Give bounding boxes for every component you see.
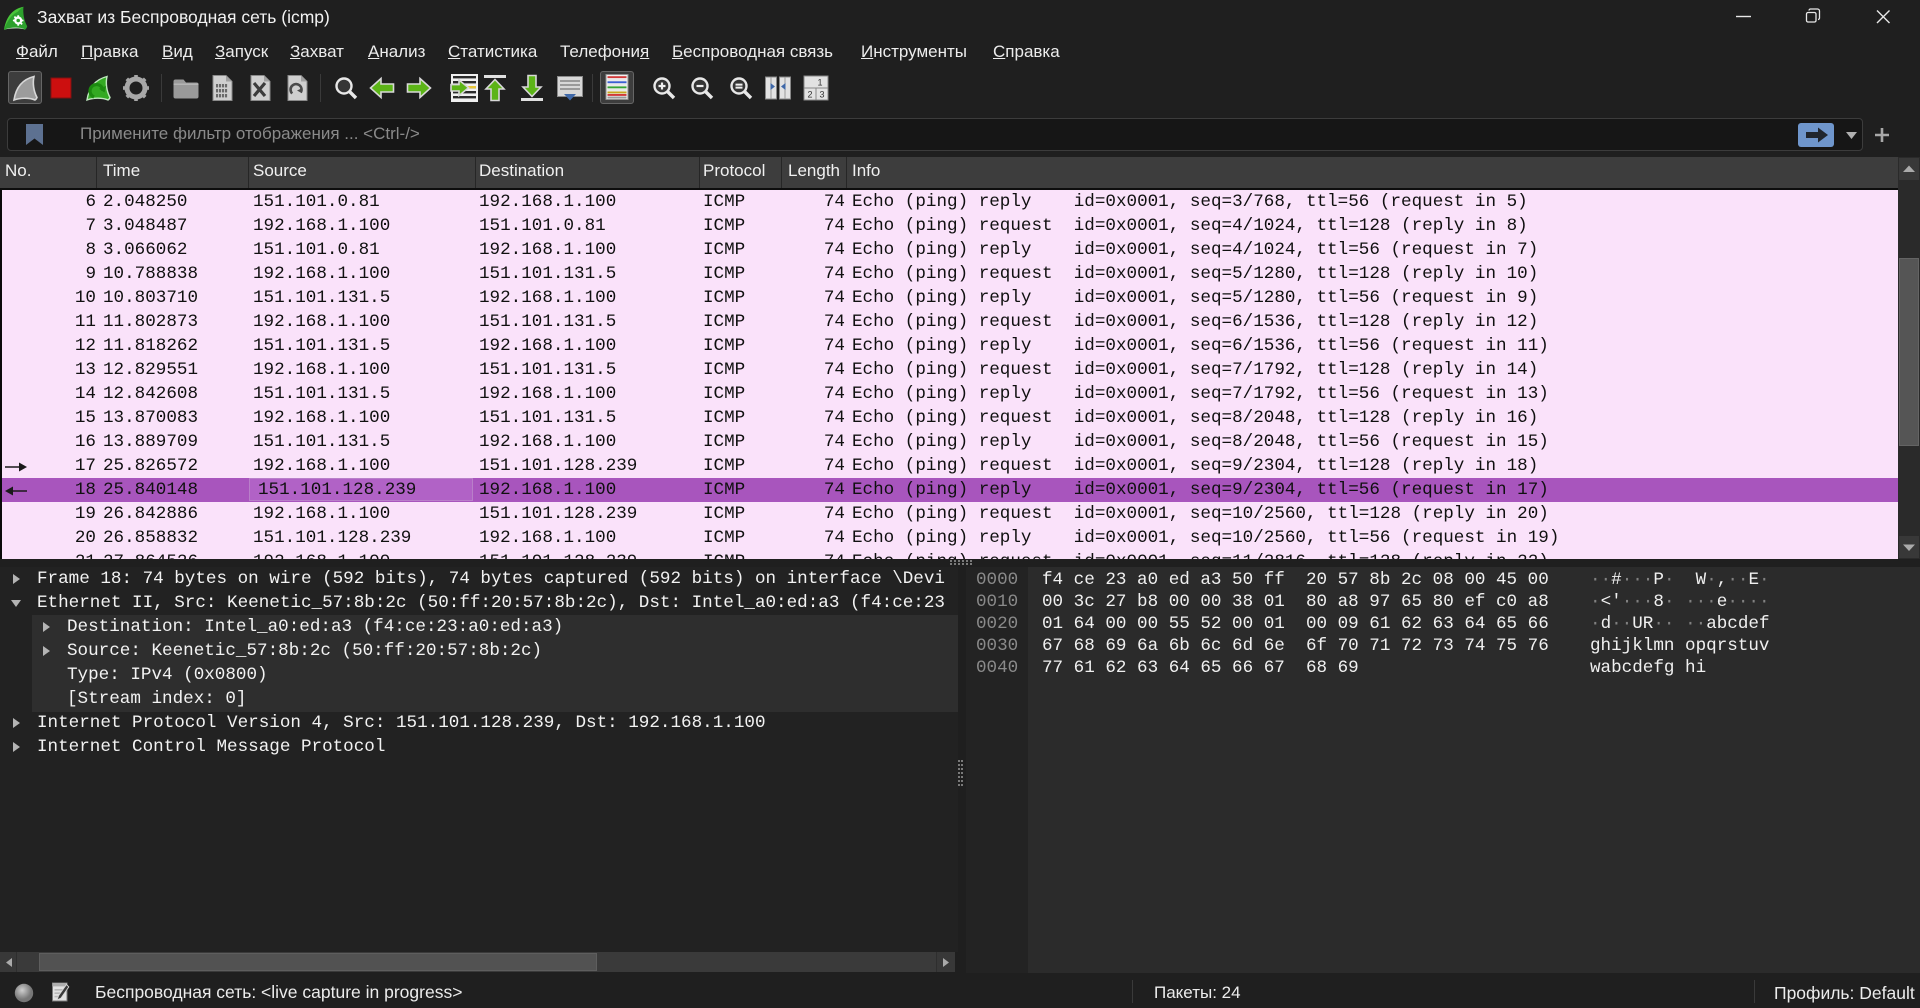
svg-text:2: 2 bbox=[807, 90, 812, 100]
svg-text:3: 3 bbox=[819, 90, 824, 100]
svg-text:1: 1 bbox=[817, 78, 822, 88]
